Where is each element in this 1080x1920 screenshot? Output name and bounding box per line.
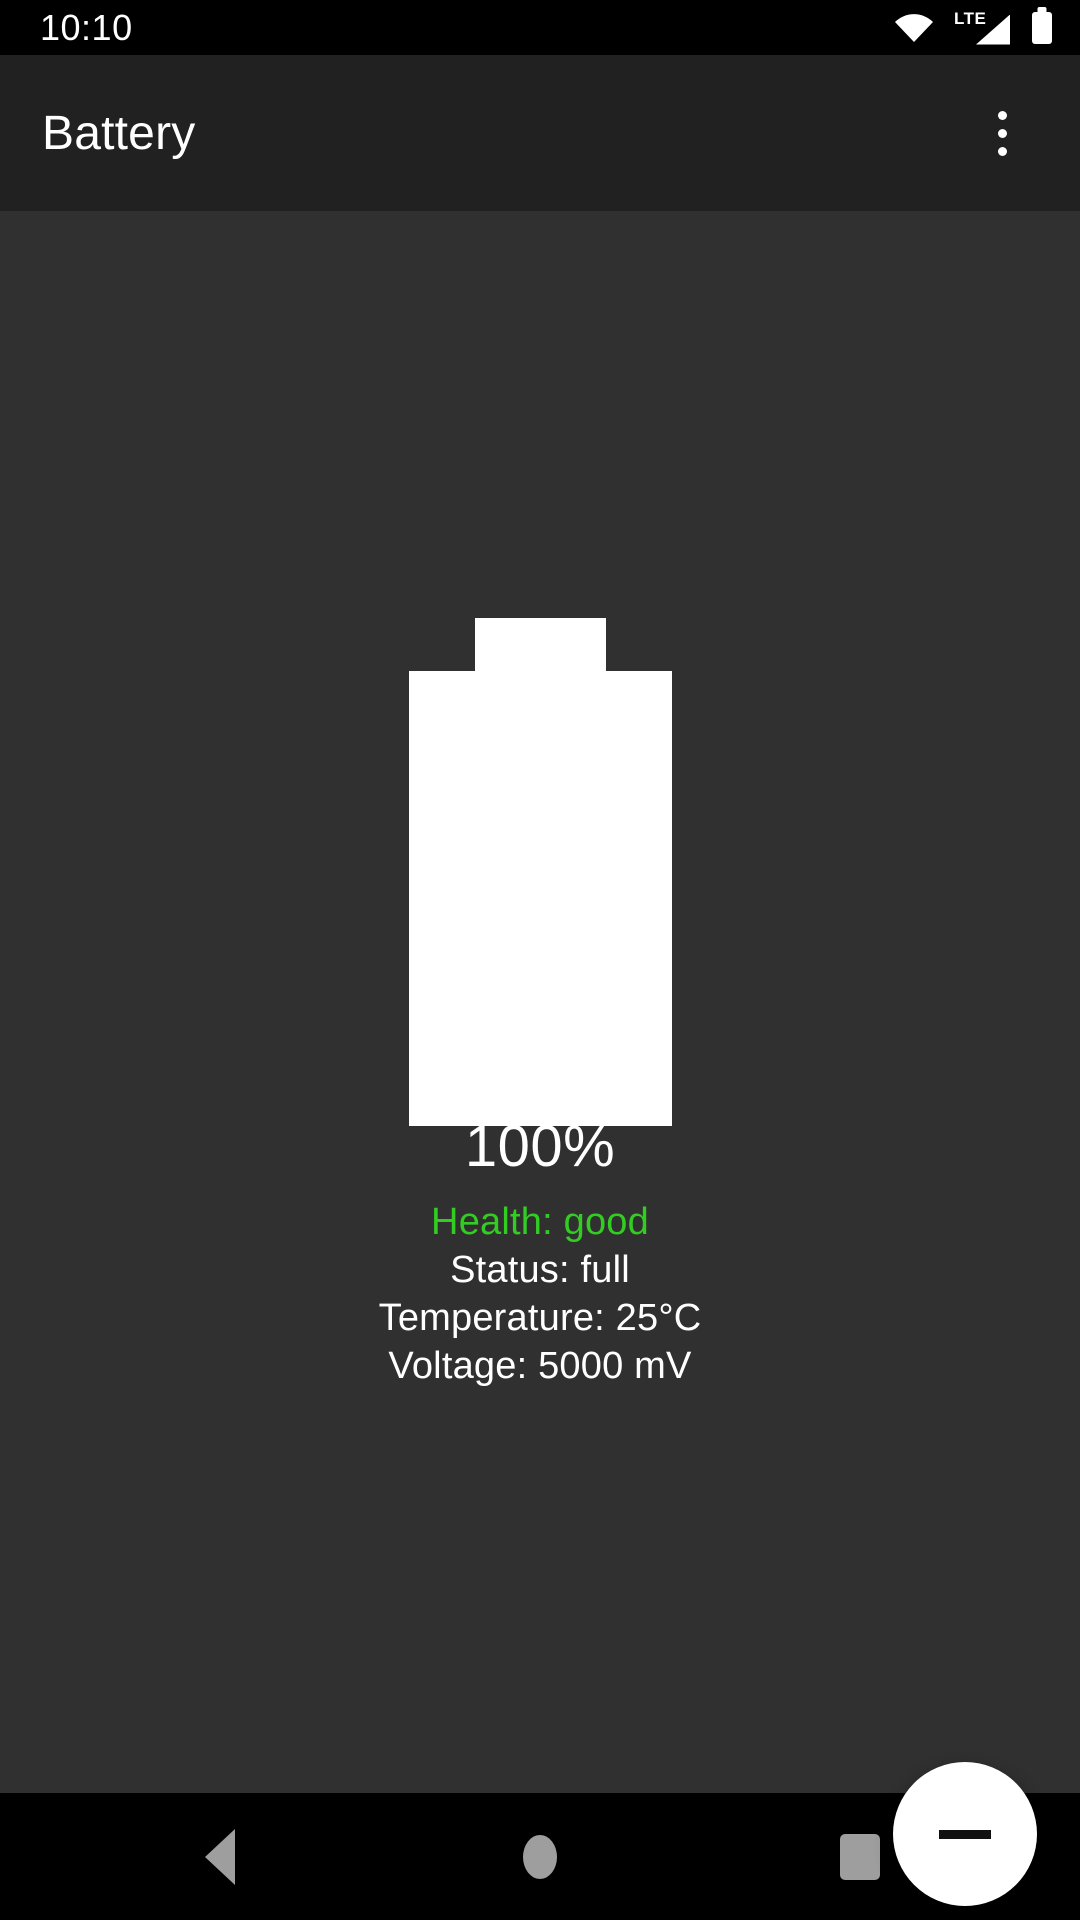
battery-voltage-label: Voltage: 5000 mV bbox=[388, 1345, 692, 1387]
overflow-dot bbox=[997, 146, 1007, 156]
home-circle-icon bbox=[523, 1834, 557, 1879]
overflow-dot bbox=[997, 110, 1007, 120]
recents-square-icon bbox=[840, 1833, 880, 1880]
overflow-dot bbox=[997, 128, 1007, 138]
app-bar: Battery bbox=[0, 55, 1080, 211]
battery-fill-level bbox=[408, 671, 672, 1126]
battery-temperature-label: Temperature: 25°C bbox=[378, 1297, 702, 1339]
status-bar-icons: LTE bbox=[894, 8, 1052, 45]
battery-health-label: Health: good bbox=[431, 1201, 649, 1243]
phone-screen: 10:10 LTE Battery 100% Health: good Stat… bbox=[0, 0, 1080, 1920]
battery-status-label: Status: full bbox=[450, 1249, 630, 1291]
main-content: 100% Health: good Status: full Temperatu… bbox=[0, 211, 1080, 1906]
status-bar-clock: 10:10 bbox=[40, 6, 133, 48]
battery-body bbox=[408, 671, 672, 1126]
battery-status-icon bbox=[1032, 11, 1052, 44]
lte-signal-icon: LTE bbox=[954, 8, 1010, 45]
battery-readouts: 100% Health: good Status: full Temperatu… bbox=[0, 1118, 1080, 1390]
status-bar: 10:10 LTE bbox=[0, 0, 1080, 55]
overflow-menu-button[interactable] bbox=[954, 85, 1050, 181]
lte-label: LTE bbox=[954, 8, 987, 28]
battery-percent-label: 100% bbox=[464, 1114, 616, 1179]
back-button[interactable] bbox=[150, 1802, 290, 1912]
battery-cap bbox=[474, 618, 606, 671]
page-title: Battery bbox=[42, 106, 196, 160]
minus-icon bbox=[939, 1829, 991, 1839]
back-triangle-icon bbox=[205, 1828, 235, 1885]
minus-fab[interactable] bbox=[893, 1762, 1037, 1906]
wifi-icon bbox=[895, 13, 933, 42]
battery-graphic bbox=[0, 618, 1080, 1126]
home-button[interactable] bbox=[470, 1802, 610, 1912]
